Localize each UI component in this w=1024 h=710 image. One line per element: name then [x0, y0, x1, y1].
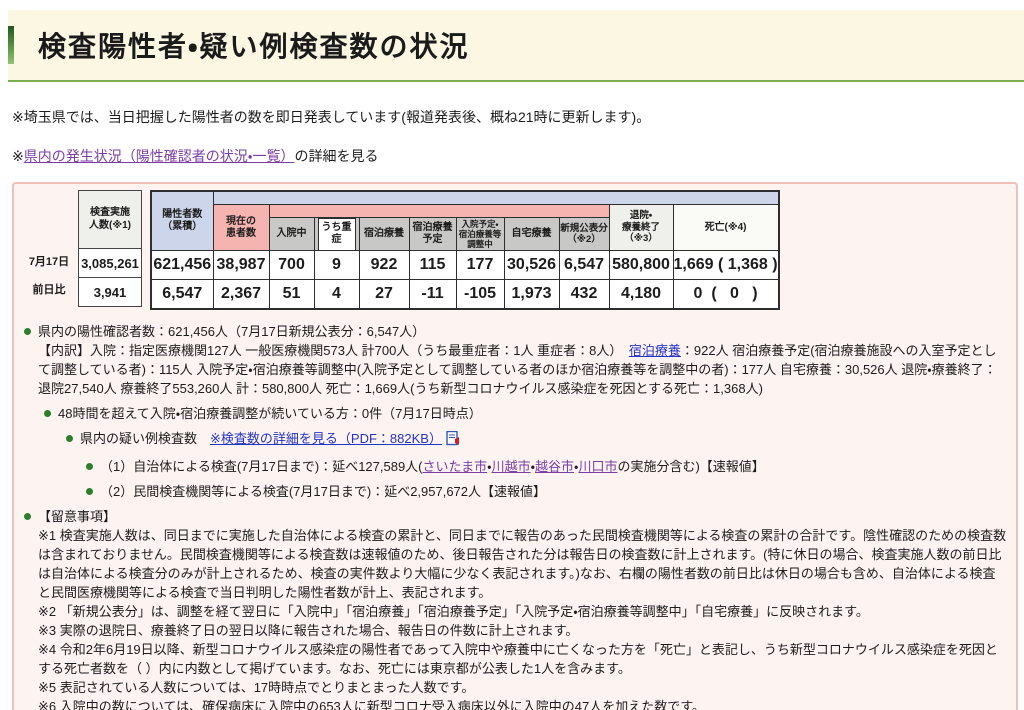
cell-new-announced-diff: 432 [558, 279, 610, 310]
cell-hospitalized-date: 700 [268, 250, 315, 280]
row-label-date: 7月17日 [28, 256, 70, 268]
suspected-tests-label: 県内の疑い例検査数 [80, 431, 211, 446]
bullet-icon [66, 435, 73, 442]
cell-deaths-diff: 0 ( 0 ) [672, 279, 780, 310]
severe-sub-header-box: うち重症 [317, 218, 356, 250]
breakdown-text-pre: 【内訳】入院：指定医療機関127人 一般医療機関573人 計700人（うち最重症… [38, 343, 629, 358]
col-header-adjusting: 入院予定・ 宿泊療養等 調整中 [455, 217, 505, 251]
cell-adjusting-diff: -105 [455, 279, 505, 310]
note-occurrence-suffix: の詳細を見る [294, 148, 379, 164]
bullet-municipal-tests: （1）自治体による検査(7月17日まで)：延べ127,589人(さいたま市・川越… [86, 457, 1008, 476]
remark-3: ※3 実際の退院日、療養終了日の翌日以降に報告された場合、報告日の件数に計上され… [38, 623, 579, 638]
cell-hotel-diff: 27 [358, 279, 410, 310]
cell-home-diff: 1,973 [503, 279, 560, 310]
occurrence-status-link[interactable]: 県内の発生状況（陽性確認者の状況・一覧） [24, 148, 295, 164]
cell-deaths-date: 1,669 ( 1,368 ) [672, 250, 780, 280]
remark-4: ※4 令和2年6月19日以降、新型コロナウイルス感染症の陽性者であって入院中や療… [38, 642, 998, 676]
col-header-positive: 陽性者数 （累積） [150, 190, 214, 251]
table-row-diff: 6,547 2,367 51 4 27 -11 -105 1,973 432 4… [150, 279, 780, 310]
saitama-city-link[interactable]: さいたま市 [423, 459, 488, 474]
bullet-icon [86, 463, 93, 470]
bullet-private-tests: （2）民間検査機関等による検査(7月17日まで)：延べ2,957,672人【速報… [86, 482, 1008, 501]
row-label-spacer [22, 190, 76, 247]
col-header-hospitalized: 入院中 [268, 217, 315, 251]
cell-adjusting-date: 177 [455, 250, 505, 280]
col-header-new-announced: 新規公表分 （※2） [558, 217, 610, 251]
remark-1: ※1 検査実施人数は、同日までに実施した自治体による検査の累計と、同日までに報告… [38, 528, 1007, 600]
positive-summary-line: 県内の陽性確認者数：621,456人（7月17日新規公表分：6,547人） [38, 324, 426, 339]
cell-positive-diff: 6,547 [150, 279, 214, 310]
cell-hotel-date: 922 [358, 250, 410, 280]
cell-tested-diff: 3,941 [78, 277, 142, 307]
bullet-48hour-adjustment: 48時間を超えて入院・宿泊療養調整が続いている方：0件（7月17日時点） [44, 404, 1008, 423]
green-accent-bar [8, 26, 14, 64]
kawaguchi-city-link[interactable]: 川口市 [578, 459, 617, 474]
col-header-tested: 検査実施 人数(※1) [78, 190, 142, 249]
cell-positive-date: 621,456 [150, 250, 214, 280]
adjustment-48h-text: 48時間を超えて入院・宿泊療養調整が続いている方：0件（7月17日時点） [58, 406, 482, 421]
cell-current-date: 38,987 [212, 250, 270, 280]
pink-header-strip [268, 204, 610, 218]
cell-hospitalized-diff: 51 [268, 279, 315, 310]
cell-new-announced-date: 6,547 [558, 250, 610, 280]
summary-bullets: 県内の陽性確認者数：621,456人（7月17日新規公表分：6,547人） 【内… [22, 322, 1008, 710]
private-tests-text: （2）民間検査機関等による検査(7月17日まで)：延べ2,957,672人【速報… [100, 484, 547, 499]
row-label-diff: 前日比 [32, 284, 66, 296]
positive-cases-table: 陽性者数 （累積） 現在の 患者数 退院・ 療養終了 （※3） 死亡(※4) 入… [150, 190, 780, 310]
positive-breakdown-line: 【内訳】入院：指定医療機関127人 一般医療機関573人 計700人（うち最重症… [38, 341, 1008, 398]
bullet-icon [24, 328, 31, 335]
municipal-tests-post: の実施分含む)【速報値】 [617, 459, 765, 474]
table-row-date: 621,456 38,987 700 9 922 115 177 30,526 … [150, 250, 780, 280]
municipal-tests-pre: （1）自治体による検査(7月17日まで)：延べ127,589人( [100, 459, 423, 474]
page-title: 検査陽性者・疑い例検査数の状況 [38, 31, 470, 62]
bullet-remarks: 【留意事項】 ※1 検査実施人数は、同日までに実施した自治体による検査の累計と、… [24, 507, 1008, 710]
data-panel: 7月17日 前日比 検査実施 人数(※1) 3,085,261 3,941 陽性… [12, 182, 1018, 710]
kawagoe-city-link[interactable]: 川越市 [492, 459, 531, 474]
test-count-pdf-link[interactable]: ※検査数の詳細を見る（PDF：882KB） [210, 431, 442, 446]
bullet-icon [86, 488, 93, 495]
tested-count-table: 検査実施 人数(※1) 3,085,261 3,941 [78, 190, 142, 307]
koshigaya-city-link[interactable]: 越谷市 [535, 459, 574, 474]
remark-2: ※2 「新規公表分」は、調整を経て翌日に「入院中」「宿泊療養」「宿泊療養予定」「… [38, 604, 869, 619]
remark-6: ※6 入院中の数については、確保病床に入院中の653人に新型コロナ受入病床以外に… [38, 699, 705, 710]
page-title-band: 検査陽性者・疑い例検査数の状況 [8, 10, 1024, 82]
blue-header-strip [212, 190, 780, 205]
col-header-hotel: 宿泊療養 [358, 217, 410, 251]
col-header-severe: うち重症 [313, 217, 360, 251]
note-occurrence-prefix: ※ [12, 148, 24, 164]
cell-hotel-planned-date: 115 [408, 250, 457, 280]
cell-discharged-diff: 4,180 [608, 279, 674, 310]
bullet-icon [44, 410, 51, 417]
hotel-care-link[interactable]: 宿泊療養 [629, 343, 681, 358]
col-header-hotel-planned: 宿泊療養 予定 [408, 217, 457, 251]
remark-5: ※5 表記されている人数については、17時時点でとりまとまった人数です。 [38, 680, 475, 695]
remarks-title: 【留意事項】 [38, 509, 117, 524]
cell-discharged-date: 580,800 [608, 250, 674, 280]
pdf-audio-icon[interactable] [446, 430, 461, 451]
note-immediate-release: ※埼玉県では、当日把握した陽性者の数を即日発表しています(報道発表後、概ね21時… [12, 109, 651, 125]
bullet-positive-summary: 県内の陽性確認者数：621,456人（7月17日新規公表分：6,547人） 【内… [24, 322, 1008, 398]
cell-severe-date: 9 [313, 250, 360, 280]
col-header-deaths: 死亡(※4) [672, 204, 780, 251]
remarks-list: ※1 検査実施人数は、同日までに実施した自治体による検査の累計と、同日までに報告… [38, 526, 1008, 710]
cell-current-diff: 2,367 [212, 279, 270, 310]
cell-home-date: 30,526 [503, 250, 560, 280]
row-label-column: 7月17日 前日比 [22, 190, 76, 303]
note-occurrence-status: ※県内の発生状況（陽性確認者の状況・一覧）の詳細を見る [12, 146, 1024, 166]
col-header-home: 自宅療養 [503, 217, 560, 251]
cell-severe-diff: 4 [313, 279, 360, 310]
stats-table: 7月17日 前日比 検査実施 人数(※1) 3,085,261 3,941 陽性… [22, 190, 1008, 310]
cell-hotel-planned-diff: -11 [408, 279, 457, 310]
col-header-discharged: 退院・ 療養終了 （※3） [608, 204, 674, 251]
cell-tested-date: 3,085,261 [78, 248, 142, 278]
col-header-current: 現在の 患者数 [212, 204, 270, 251]
bullet-icon [24, 513, 31, 520]
bullet-suspected-tests: 県内の疑い例検査数 ※検査数の詳細を見る（PDF：882KB） [66, 429, 1008, 451]
